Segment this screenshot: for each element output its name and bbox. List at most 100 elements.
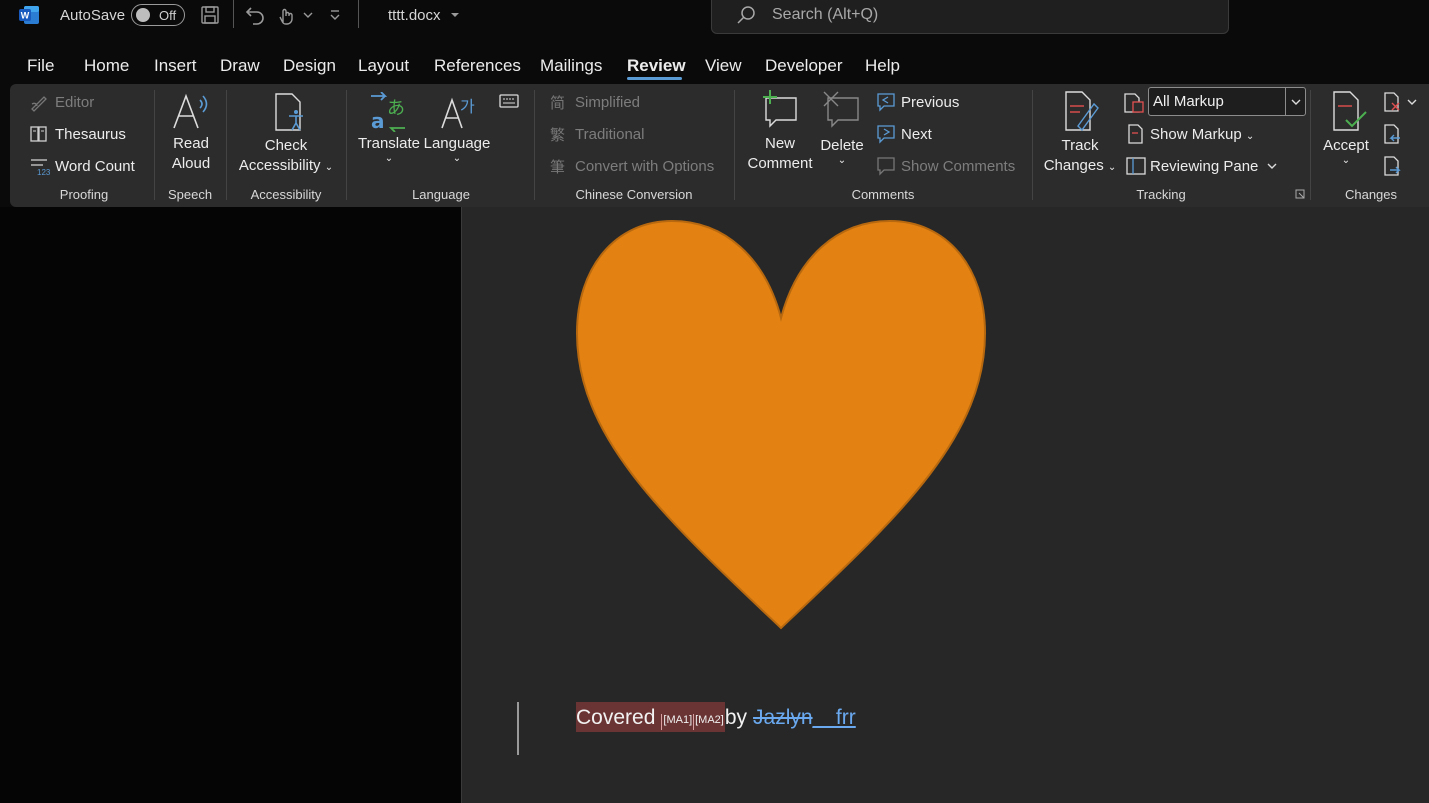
display-for-review-value: All Markup <box>1153 93 1224 110</box>
tab-review[interactable]: Review <box>627 56 686 76</box>
tab-insert[interactable]: Insert <box>154 56 197 76</box>
accept-label: Accept <box>1323 137 1369 154</box>
heart-shape[interactable] <box>575 218 987 630</box>
reviewing-pane-button[interactable]: Reviewing Pane <box>1150 158 1258 175</box>
next-comment-button[interactable]: Next <box>901 126 932 143</box>
accept-button[interactable]: Accept ⌄ <box>1314 136 1378 166</box>
svg-text:W: W <box>21 11 30 21</box>
word-covered: Covered <box>576 706 656 729</box>
word-logo-icon[interactable]: W <box>18 4 40 26</box>
new-comment-button[interactable]: New Comment <box>744 134 816 174</box>
traditional-icon: 繁 <box>550 127 566 144</box>
simplified-icon: 简 <box>550 95 566 112</box>
read-aloud-line1: Read <box>173 135 209 152</box>
language-button[interactable]: Language ⌄ <box>422 134 492 164</box>
search-box[interactable]: Search (Alt+Q) <box>711 0 1229 34</box>
document-paragraph[interactable]: Covered [MA1] [MA2] by Jazlyn __frr <box>576 702 856 732</box>
track-changes-icon <box>1065 91 1099 132</box>
tab-draw[interactable]: Draw <box>220 56 260 76</box>
previous-comment-button[interactable]: Previous <box>901 94 959 111</box>
ribbon-tabs: File Home Insert Draw Design Layout Refe… <box>0 48 1429 82</box>
tab-mailings[interactable]: Mailings <box>540 56 602 76</box>
undo-icon[interactable] <box>243 3 267 27</box>
group-separator <box>346 90 347 200</box>
show-markup-label: Show Markup <box>1150 126 1242 143</box>
chevron-down-icon: ⌄ <box>1245 131 1255 142</box>
language-label: Language <box>423 135 491 152</box>
delete-comment-button[interactable]: Delete ⌄ <box>816 136 868 166</box>
new-comment-icon <box>763 90 797 128</box>
editor-icon <box>31 96 47 112</box>
tab-file[interactable]: File <box>27 56 54 76</box>
group-separator <box>1310 90 1311 200</box>
next-comment-icon <box>877 125 895 144</box>
check-accessibility-icon <box>275 93 303 131</box>
active-tab-indicator <box>627 77 682 80</box>
dropdown-button[interactable] <box>1285 88 1305 115</box>
comment-highlight[interactable]: Covered [MA1] [MA2] <box>576 702 725 732</box>
toggle-knob <box>136 8 150 22</box>
chevron-down-icon[interactable] <box>300 3 316 27</box>
check-accessibility-button[interactable]: Check Accessibility ⌄ <box>234 136 338 178</box>
reject-icon[interactable] <box>1382 92 1402 112</box>
group-label-tracking: Tracking <box>1136 187 1186 202</box>
show-markup-button[interactable]: Show Markup ⌄ <box>1150 126 1254 143</box>
tab-developer[interactable]: Developer <box>765 56 843 76</box>
thesaurus-button[interactable]: Thesaurus <box>55 126 126 143</box>
check-accessibility-label: Accessibility <box>238 157 321 174</box>
titlebar-divider <box>233 0 234 28</box>
translate-icon: a あ <box>371 92 405 132</box>
autosave-state: Off <box>159 8 177 23</box>
tab-help[interactable]: Help <box>865 56 900 76</box>
new-comment-line2: Comment <box>747 155 813 172</box>
document-title[interactable]: tttt.docx <box>388 7 441 24</box>
simplified-button[interactable]: Simplified <box>575 94 640 111</box>
chevron-down-icon: ⌄ <box>324 162 334 173</box>
convert-with-options-button[interactable]: Convert with Options <box>575 158 714 175</box>
chevron-down-icon[interactable] <box>1266 160 1278 172</box>
chevron-down-icon: ⌄ <box>1107 162 1117 173</box>
tab-references[interactable]: References <box>434 56 521 76</box>
check-accessibility-line1: Check <box>264 137 308 154</box>
inserted-revision-text[interactable]: __frr <box>813 706 856 732</box>
next-change-icon[interactable] <box>1382 156 1402 176</box>
display-for-review-select[interactable]: All Markup <box>1148 87 1306 116</box>
document-margin <box>0 207 462 803</box>
deleted-revision-text[interactable]: Jazlyn <box>753 706 813 732</box>
touch-mode-icon[interactable] <box>274 3 298 27</box>
comment-marker-ma1[interactable]: [MA1] <box>661 714 693 730</box>
previous-change-icon[interactable] <box>1382 124 1402 144</box>
traditional-button[interactable]: Traditional <box>575 126 644 143</box>
comment-marker-ma2[interactable]: [MA2] <box>693 714 725 730</box>
editor-button[interactable]: Editor <box>55 94 94 111</box>
language-icon: 가 <box>441 97 475 129</box>
new-comment-line1: New <box>764 135 795 152</box>
show-comments-icon <box>877 157 895 176</box>
chevron-down-icon: ⌄ <box>1341 155 1351 166</box>
customize-toolbar-icon[interactable] <box>327 3 343 27</box>
tab-layout[interactable]: Layout <box>358 56 409 76</box>
revision-change-bar <box>517 702 519 755</box>
track-changes-label: Changes <box>1043 157 1104 174</box>
titlebar-divider <box>358 0 359 28</box>
chevron-down-icon[interactable] <box>1406 96 1418 108</box>
chevron-down-icon[interactable] <box>449 9 461 21</box>
translate-button[interactable]: Translate ⌄ <box>356 134 422 164</box>
show-comments-button[interactable]: Show Comments <box>901 158 1015 175</box>
thesaurus-icon <box>30 126 47 142</box>
search-input[interactable]: Search (Alt+Q) <box>772 6 878 24</box>
keyboard-icon[interactable] <box>499 94 519 108</box>
tab-design[interactable]: Design <box>283 56 336 76</box>
read-aloud-button[interactable]: Read Aloud <box>160 134 222 174</box>
save-icon[interactable] <box>198 3 222 27</box>
translate-label: Translate <box>358 135 420 152</box>
group-label-changes: Changes <box>1344 187 1398 202</box>
dialog-launcher-icon[interactable] <box>1294 188 1306 200</box>
autosave-toggle[interactable]: Off <box>131 4 185 26</box>
tab-view[interactable]: View <box>705 56 742 76</box>
tab-home[interactable]: Home <box>84 56 129 76</box>
word-count-button[interactable]: Word Count <box>55 158 135 175</box>
group-label-language: Language <box>412 187 470 202</box>
track-changes-button[interactable]: Track Changes ⌄ <box>1040 136 1120 178</box>
track-changes-line1: Track <box>1061 137 1099 154</box>
